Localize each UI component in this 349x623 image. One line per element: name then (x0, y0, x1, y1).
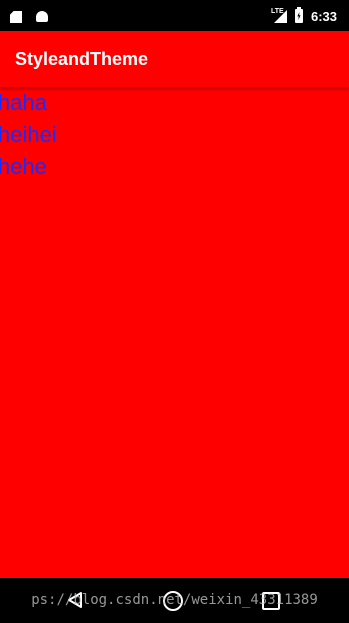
navigation-bar: ps://blog.csdn.net/weixin_43311389 (0, 578, 349, 623)
android-debug-icon (36, 11, 48, 22)
notification-icons (10, 11, 48, 23)
text-item: haha (0, 90, 47, 115)
watermark: ps://blog.csdn.net/weixin_43311389 (31, 592, 318, 608)
content-area: haha heihei hehe (0, 88, 349, 577)
app-bar: StyleandTheme (0, 31, 349, 87)
lte-signal-icon: LTE (271, 8, 287, 24)
app-screen: LTE 6:33 StyleandTheme haha heihei hehe … (0, 0, 349, 623)
text-item: hehe (0, 154, 47, 179)
app-title: StyleandTheme (15, 49, 149, 69)
signal-strength-icon (273, 10, 287, 23)
system-icons: LTE 6:33 (271, 7, 337, 24)
status-bar: LTE 6:33 (0, 0, 349, 31)
text-item: heihei (0, 122, 57, 147)
battery-charging-icon (294, 7, 303, 23)
sd-card-icon (10, 11, 22, 23)
status-clock: 6:33 (310, 8, 337, 24)
